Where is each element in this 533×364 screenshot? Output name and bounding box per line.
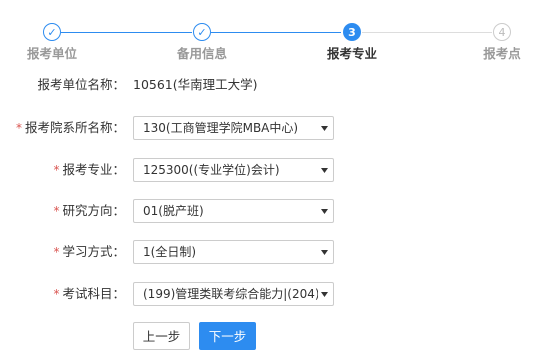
- study-mode-label: * 学习方式：: [53, 240, 125, 264]
- dropdown-arrow-icon: [318, 200, 330, 222]
- department-row: * 报考院系所名称： 130(工商管理学院MBA中心): [0, 116, 533, 140]
- step-1-label: 报考单位: [26, 46, 78, 61]
- dropdown-arrow-icon: [318, 241, 330, 263]
- study-mode-select[interactable]: 1(全日制): [133, 240, 334, 264]
- direction-selected-value: 01(脱产班): [143, 204, 204, 218]
- step-3-number: 3: [343, 23, 361, 41]
- step-4-label: 报考点: [483, 46, 521, 61]
- dropdown-arrow-icon: [318, 159, 330, 181]
- major-label-text: 报考专业：: [62, 162, 125, 177]
- major-label: * 报考专业：: [53, 158, 125, 182]
- required-mark: *: [53, 204, 60, 218]
- major-selected-value: 125300((专业学位)会计): [143, 163, 280, 177]
- subjects-label: * 考试科目：: [53, 282, 125, 306]
- step-connector-1: [61, 32, 192, 33]
- step-connector-3: [362, 32, 492, 33]
- subjects-selected-value: (199)管理类联考综合能力|(204)英: [143, 287, 319, 301]
- required-mark: *: [53, 245, 60, 259]
- direction-label: * 研究方向：: [53, 199, 125, 223]
- subjects-label-text: 考试科目：: [62, 286, 125, 301]
- study-mode-row: * 学习方式： 1(全日制): [0, 240, 533, 264]
- subjects-row: * 考试科目： (199)管理类联考综合能力|(204)英: [0, 282, 533, 306]
- study-mode-selected-value: 1(全日制): [143, 245, 196, 259]
- department-label-text: 报考院系所名称：: [24, 120, 125, 135]
- subjects-select[interactable]: (199)管理类联考综合能力|(204)英: [133, 282, 334, 306]
- major-select[interactable]: 125300((专业学位)会计): [133, 158, 334, 182]
- step-4-number: 4: [493, 23, 511, 41]
- required-mark: *: [53, 287, 60, 301]
- unit-value: 10561(华南理工大学): [133, 77, 258, 92]
- required-mark: *: [15, 121, 22, 135]
- unit-label: 报考单位名称：: [37, 77, 125, 92]
- previous-step-button[interactable]: 上一步: [133, 322, 190, 350]
- step-1-check-icon: ✓: [43, 23, 61, 41]
- step-2-label: 备用信息: [176, 46, 228, 61]
- study-mode-label-text: 学习方式：: [62, 244, 125, 259]
- step-connector-2: [211, 32, 341, 33]
- direction-select[interactable]: 01(脱产班): [133, 199, 334, 223]
- major-row: * 报考专业： 125300((专业学位)会计): [0, 158, 533, 182]
- step-indicator: ✓ ✓ 3 4 报考单位 备用信息 报考专业 报考点: [0, 0, 533, 62]
- next-step-button[interactable]: 下一步: [199, 322, 256, 350]
- step-2-check-icon: ✓: [193, 23, 211, 41]
- department-select[interactable]: 130(工商管理学院MBA中心): [133, 116, 334, 140]
- dropdown-arrow-icon: [318, 117, 330, 139]
- department-label: * 报考院系所名称：: [16, 116, 125, 140]
- dropdown-arrow-icon: [318, 283, 330, 305]
- unit-row: 报考单位名称： 10561(华南理工大学): [0, 73, 533, 97]
- direction-row: * 研究方向： 01(脱产班): [0, 199, 533, 223]
- direction-label-text: 研究方向：: [62, 203, 125, 218]
- required-mark: *: [53, 163, 60, 177]
- step-3-label: 报考专业: [326, 46, 378, 61]
- department-selected-value: 130(工商管理学院MBA中心): [143, 121, 299, 135]
